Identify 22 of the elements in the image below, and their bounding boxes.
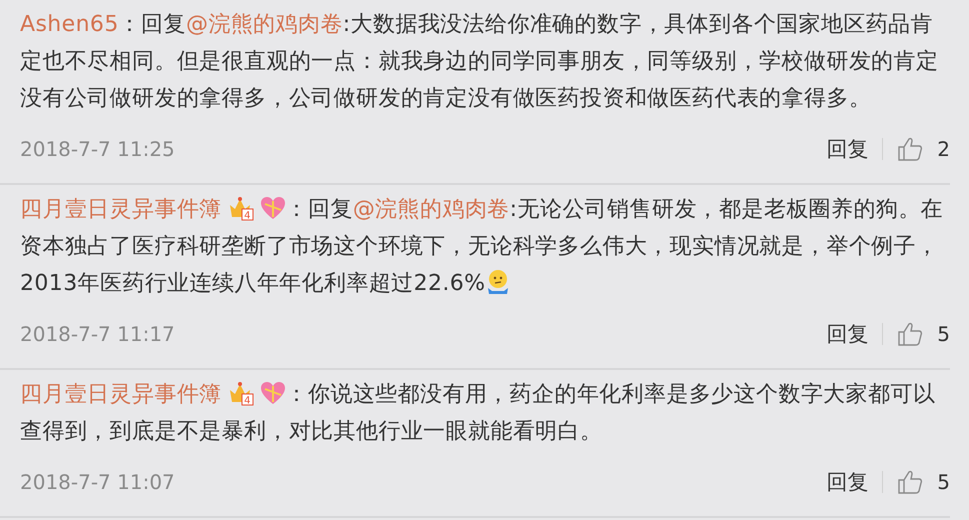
comment-time: 2018-7-7 11:07 [20,470,175,494]
comment-text: 四月壹日灵异事件簿 4 ：你说这些都没有用，药企的年化利率是多少这个数字大家都可以查得到，到底是不是暴利，对比其他行业一眼就能看明白。 [20,376,950,450]
username-link[interactable]: Ashen65 [20,12,119,37]
thumbs-up-icon[interactable] [897,469,924,495]
thumbs-up-icon[interactable] [897,321,924,347]
comment-time: 2018-7-7 11:17 [20,322,175,346]
username-link[interactable]: 四月壹日灵异事件簿 [20,197,222,222]
comment-time: 2018-7-7 11:25 [20,137,175,161]
username-link[interactable]: 四月壹日灵异事件簿 [20,382,222,407]
thumbs-up-icon[interactable] [897,136,924,162]
like-count: 5 [937,470,950,494]
comment-text: Ashen65：回复@浣熊的鸡肉卷:大数据我没法给你准确的数字，具体到各个国家地区药品肯定也不尽相同。但是很直观的一点：就我身边的同学同事朋友，同等级别，学校做研发的肯定没有公司做研发的拿得多，公司做研发的肯定没有做医药投资和做医药代表的拿得多。 [20,11,940,113]
reply-link[interactable]: 回复 [826,135,868,163]
mention-link[interactable]: @浣熊的鸡肉卷 [352,197,510,222]
like-count: 5 [937,322,950,346]
heart-badge-icon [260,380,286,406]
comment-text: 四月壹日灵异事件簿 4 ：回复@浣熊的鸡肉卷:无论公司销售研发，都是老板圈养的狗。在资本独占了医疗科研垄断了市场这个环境下，无论科学多么伟大，现实情况就是，举个例子，2013年医药行业连续八年年化利率超过22.6% [20,191,950,302]
reply-link[interactable]: 回复 [826,468,868,496]
reply-link[interactable]: 回复 [826,320,868,348]
mention-link[interactable]: @浣熊的鸡肉卷 [186,12,343,37]
heart-badge-icon [260,195,286,221]
like-count: 2 [937,137,950,161]
